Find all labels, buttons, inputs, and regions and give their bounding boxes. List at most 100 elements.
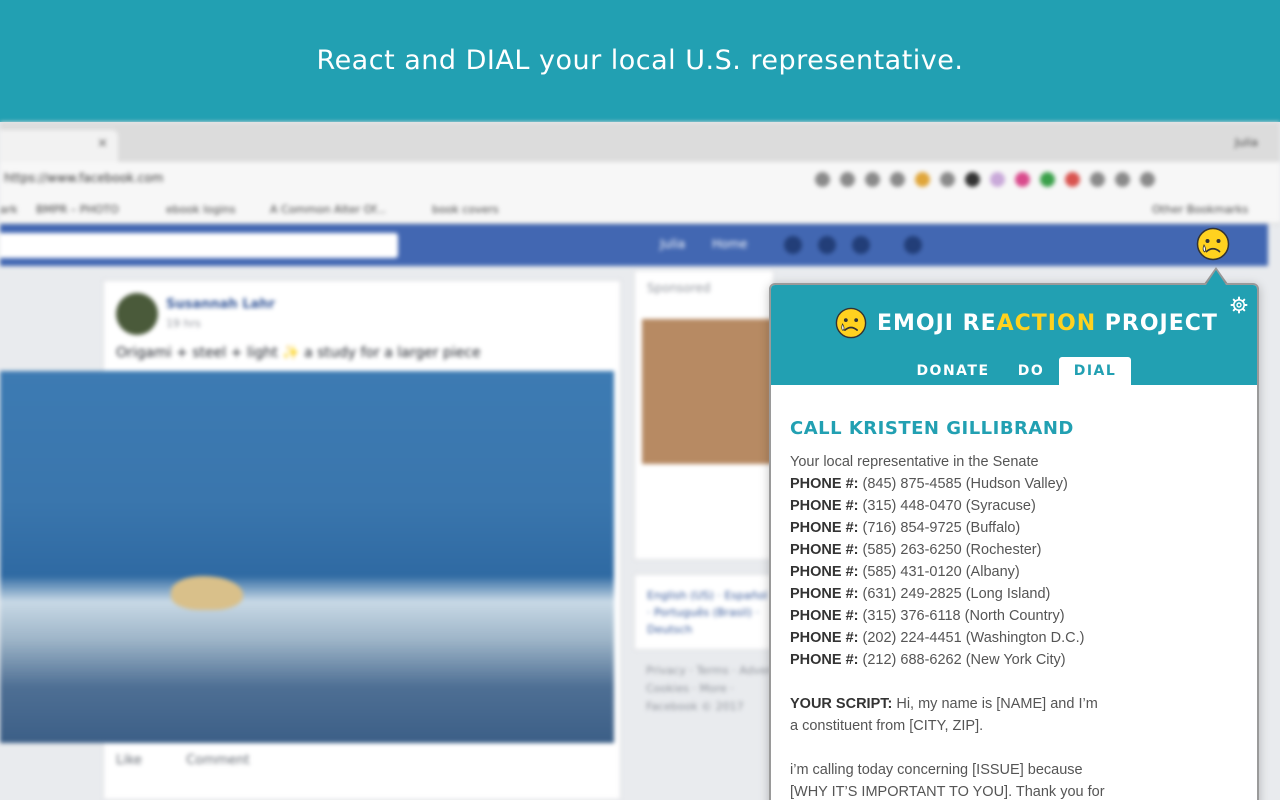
like-button[interactable]: Like <box>116 753 142 768</box>
app-title: EMOJI REACTION PROJECT <box>877 311 1218 336</box>
phone-number[interactable]: (212) 688-6262 (New York City) <box>863 652 1066 668</box>
phone-row: PHONE #: (585) 431-0120 (Albany) <box>790 561 1240 583</box>
facebook-home-link[interactable]: Home <box>712 237 747 251</box>
bookmark-item[interactable]: A Common Alter Of... <box>270 203 386 216</box>
url-text[interactable]: https://www.facebook.com <box>4 171 163 185</box>
popup-header: EMOJI REACTION PROJECT DONATE DO DIAL <box>771 285 1257 385</box>
phone-row: PHONE #: (202) 224-4451 (Washington D.C.… <box>790 627 1240 649</box>
phone-row: PHONE #: (315) 448-0470 (Syracuse) <box>790 495 1240 517</box>
facebook-user-name[interactable]: Julia <box>660 237 685 251</box>
script-line: a constituent from [CITY, ZIP]. <box>790 718 984 734</box>
sad-emoji-icon[interactable] <box>1196 227 1230 261</box>
phone-label: PHONE #: <box>790 586 859 602</box>
bookmarks-bar: ark BMPR – PHOTO ebook logins A Common A… <box>0 196 1280 224</box>
top-banner: React and DIAL your local U.S. represent… <box>0 0 1280 122</box>
post-actions: Like Comment <box>116 753 290 768</box>
script-label: YOUR SCRIPT: <box>790 696 893 712</box>
app-logo: EMOJI REACTION PROJECT <box>835 307 1218 339</box>
language-panel: English (US) · Español · Português (Bras… <box>634 574 774 650</box>
sponsored-panel: Sponsored <box>634 270 774 560</box>
extension-icon[interactable] <box>915 172 930 187</box>
gear-icon[interactable] <box>1229 295 1249 315</box>
popup-arrow-inner <box>1206 270 1226 285</box>
comment-button[interactable]: Comment <box>186 753 250 768</box>
phone-label: PHONE #: <box>790 630 859 646</box>
profile-name[interactable]: Julia <box>1235 136 1258 149</box>
language-links[interactable]: English (US) · Español · Português (Bras… <box>647 587 773 638</box>
tab-dial[interactable]: DIAL <box>1059 357 1131 385</box>
phone-number[interactable]: (631) 249-2825 (Long Island) <box>863 586 1051 602</box>
phone-label: PHONE #: <box>790 498 859 514</box>
facebook-search-input[interactable] <box>0 233 398 258</box>
facebook-header: Julia Home <box>0 224 1268 266</box>
phone-label: PHONE #: <box>790 542 859 558</box>
tab-close-icon[interactable]: × <box>97 136 108 151</box>
bookmark-item[interactable]: ebook logins <box>166 203 236 216</box>
extension-icon[interactable] <box>1140 172 1155 187</box>
sponsored-label: Sponsored <box>647 281 711 295</box>
post-text: Origami + steel + light ✨ a study for a … <box>116 345 481 361</box>
bookmark-item[interactable]: BMPR – PHOTO <box>36 203 119 216</box>
app-title-part: PROJECT <box>1096 310 1218 336</box>
extension-icon[interactable] <box>940 172 955 187</box>
browser-tab[interactable]: × <box>0 130 118 162</box>
phone-row: PHONE #: (212) 688-6262 (New York City) <box>790 649 1240 671</box>
app-title-part: EMOJI RE <box>877 310 997 336</box>
post-author[interactable]: Susannah Lahr <box>166 297 275 312</box>
phone-label: PHONE #: <box>790 652 859 668</box>
bookmark-item[interactable]: ark <box>0 203 18 216</box>
script-line: i’m calling today concerning [ISSUE] bec… <box>790 762 1083 778</box>
phone-number[interactable]: (716) 854-9725 (Buffalo) <box>863 520 1021 536</box>
script-line: [WHY IT’S IMPORTANT TO YOU]. Thank you f… <box>790 784 1105 800</box>
post-time: 19 hrs <box>166 317 201 330</box>
extension-icon[interactable] <box>965 172 980 187</box>
phone-list: PHONE #: (845) 875-4585 (Hudson Valley) P… <box>790 473 1240 671</box>
extension-icon[interactable] <box>815 172 830 187</box>
post-image[interactable] <box>0 371 614 743</box>
phone-number[interactable]: (585) 431-0120 (Albany) <box>863 564 1020 580</box>
other-bookmarks[interactable]: Other Bookmarks <box>1152 203 1248 216</box>
notifications-icon[interactable] <box>852 236 870 254</box>
extension-icon[interactable] <box>1115 172 1130 187</box>
bookmark-item[interactable]: book covers <box>432 203 499 216</box>
friends-icon[interactable] <box>784 236 802 254</box>
extension-icon[interactable] <box>1065 172 1080 187</box>
banner-headline: React and DIAL your local U.S. represent… <box>316 44 964 76</box>
phone-number[interactable]: (845) 875-4585 (Hudson Valley) <box>863 476 1068 492</box>
sponsored-image[interactable] <box>642 319 772 464</box>
phone-row: PHONE #: (845) 875-4585 (Hudson Valley) <box>790 473 1240 495</box>
help-icon[interactable] <box>904 236 922 254</box>
tab-donate[interactable]: DONATE <box>907 357 999 385</box>
address-bar[interactable]: https://www.facebook.com <box>0 162 1280 196</box>
tab-strip: × Julia <box>0 122 1280 162</box>
representative-subtitle: Your local representative in the Senate <box>790 454 1039 470</box>
messages-icon[interactable] <box>818 236 836 254</box>
phone-label: PHONE #: <box>790 608 859 624</box>
avatar[interactable] <box>116 293 158 335</box>
phone-number[interactable]: (585) 263-6250 (Rochester) <box>863 542 1042 558</box>
phone-row: PHONE #: (315) 376-6118 (North Country) <box>790 605 1240 627</box>
extension-icons <box>815 172 1155 187</box>
phone-label: PHONE #: <box>790 520 859 536</box>
extension-icon[interactable] <box>865 172 880 187</box>
extension-icon[interactable] <box>990 172 1005 187</box>
phone-row: PHONE #: (631) 249-2825 (Long Island) <box>790 583 1240 605</box>
phone-number[interactable]: (315) 376-6118 (North Country) <box>863 608 1065 624</box>
extension-icon[interactable] <box>1015 172 1030 187</box>
phone-number[interactable]: (202) 224-4451 (Washington D.C.) <box>863 630 1085 646</box>
sad-emoji-icon <box>835 307 867 339</box>
phone-number[interactable]: (315) 448-0470 (Syracuse) <box>863 498 1036 514</box>
extension-icon[interactable] <box>890 172 905 187</box>
popup-tabs: DONATE DO DIAL <box>771 357 1257 385</box>
call-title: CALL KRISTEN GILLIBRAND <box>790 418 1074 439</box>
extension-icon[interactable] <box>1090 172 1105 187</box>
dial-content: CALL KRISTEN GILLIBRAND Your local repre… <box>790 418 1240 800</box>
extension-icon[interactable] <box>1040 172 1055 187</box>
script-text: Hi, my name is [NAME] and I’m <box>892 696 1098 712</box>
phone-row: PHONE #: (716) 854-9725 (Buffalo) <box>790 517 1240 539</box>
extension-icon[interactable] <box>840 172 855 187</box>
news-feed-post: Susannah Lahr 19 hrs Origami + steel + l… <box>0 280 621 800</box>
polar-bear-image <box>171 576 243 610</box>
tab-do[interactable]: DO <box>1005 357 1057 385</box>
app-title-accent: ACTION <box>996 310 1097 336</box>
